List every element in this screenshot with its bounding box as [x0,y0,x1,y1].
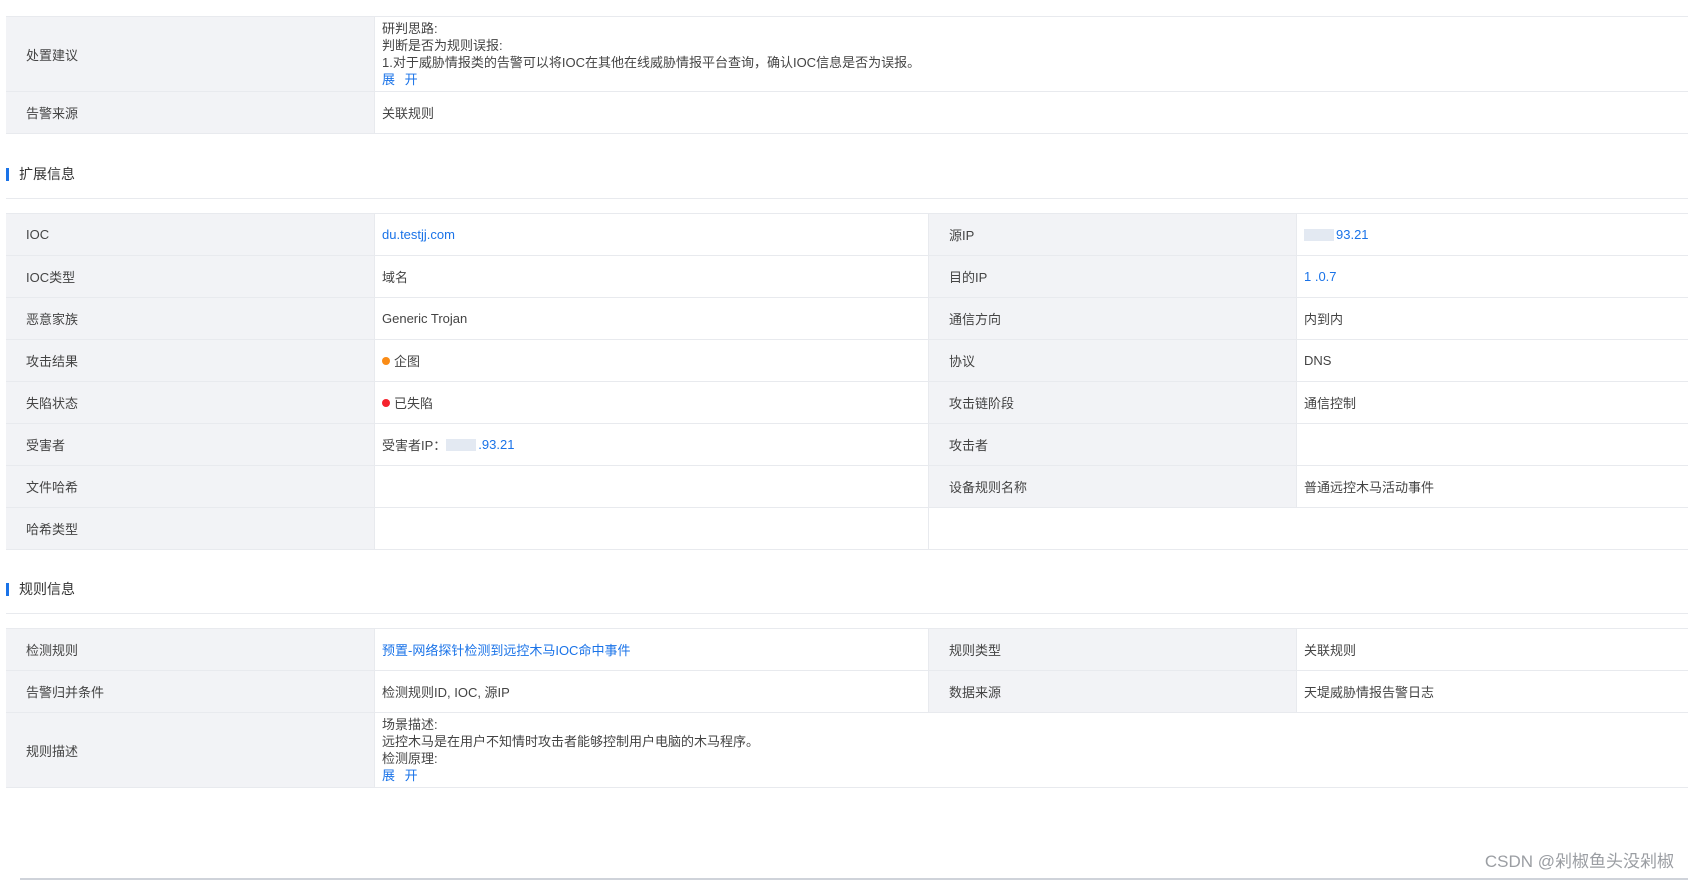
rule-type-value: 关联规则 [1296,629,1688,670]
advice-value: 研判思路: 判断是否为规则误报: 1.对于威胁情报类的告警可以将IOC在其他在线… [374,17,1688,91]
rule-section-header: 规则信息 [6,565,1688,614]
direction-value: 内到内 [1296,298,1688,339]
advice-label: 处置建议 [6,17,374,91]
victim-label: 受害者 [6,424,374,465]
rule-desc-line: 场景描述: [382,717,438,732]
watermark: CSDN @剁椒鱼头没剁椒 [1484,852,1674,871]
redacted-mask [446,438,477,451]
rule-desc-line: 远控木马是在用户不知情时攻击者能够控制用户电脑的木马程序。 [382,734,760,749]
file-hash-value [374,466,928,507]
status-dot-icon [382,356,390,365]
table-row: 检测规则 预置-网络探针检测到远控木马IOC命中事件 规则类型 关联规则 [6,629,1688,671]
expand-rule-desc-link[interactable]: 展 开 [382,767,421,784]
section-accent-bar [6,167,9,181]
ext-table: IOC du.testjj.com 源IP 93.21 IOC类型 域名 目的I… [6,213,1688,550]
table-row: 受害者 受害者IP： .93.21 攻击者 [6,424,1688,466]
attack-result-label: 攻击结果 [6,340,374,381]
source-value: 关联规则 [374,92,1688,133]
src-ip-value: 93.21 [1296,214,1688,255]
data-source-label: 数据来源 [928,671,1296,712]
dst-ip-label: 目的IP [928,256,1296,297]
ioc-link[interactable]: du.testjj.com [374,214,928,255]
status-dot-icon [382,398,390,407]
victim-value: 受害者IP： .93.21 [374,424,928,465]
dst-ip-link[interactable]: 1 .0.7 [1304,269,1337,284]
advice-line: 1.对于威胁情报类的告警可以将IOC在其他在线威胁情报平台查询，确认IOC信息是… [382,55,921,70]
rule-desc-value: 场景描述: 远控木马是在用户不知情时攻击者能够控制用户电脑的木马程序。 检测原理… [374,713,1688,787]
src-ip-label: 源IP [928,214,1296,255]
advice-line: 研判思路: [382,21,438,36]
empty-cell [928,508,1688,549]
table-row: 规则描述 场景描述: 远控木马是在用户不知情时攻击者能够控制用户电脑的木马程序。… [6,713,1688,788]
file-hash-label: 文件哈希 [6,466,374,507]
expand-advice-link[interactable]: 展 开 [382,71,421,88]
ioc-type-value: 域名 [374,256,928,297]
ioc-type-label: IOC类型 [6,256,374,297]
protocol-label: 协议 [928,340,1296,381]
dst-ip-value: 1 .0.7 [1296,256,1688,297]
table-row: 攻击结果 企图 协议 DNS [6,340,1688,382]
compromise-text: 已失陷 [394,396,434,411]
attack-result-text: 企图 [394,354,421,369]
device-rule-label: 设备规则名称 [928,466,1296,507]
malware-family-label: 恶意家族 [6,298,374,339]
summary-table: 处置建议 研判思路: 判断是否为规则误报: 1.对于威胁情报类的告警可以将IOC… [6,16,1688,134]
victim-prefix: 受害者IP： [382,438,447,453]
table-row: 恶意家族 Generic Trojan 通信方向 内到内 [6,298,1688,340]
table-row: 处置建议 研判思路: 判断是否为规则误报: 1.对于威胁情报类的告警可以将IOC… [6,17,1688,92]
detect-rule-link[interactable]: 预置-网络探针检测到远控木马IOC命中事件 [374,629,928,670]
merge-condition-value: 检测规则ID, IOC, 源IP [374,671,928,712]
top-divider [6,0,1688,17]
compromise-label: 失陷状态 [6,382,374,423]
hash-type-label: 哈希类型 [6,508,374,549]
attacker-value [1296,424,1688,465]
detect-rule-label: 检测规则 [6,629,374,670]
merge-condition-label: 告警归并条件 [6,671,374,712]
table-row: IOC类型 域名 目的IP 1 .0.7 [6,256,1688,298]
device-rule-value: 普通远控木马活动事件 [1296,466,1688,507]
victim-ip-link[interactable]: .93.21 [478,437,514,452]
table-row: 文件哈希 设备规则名称 普通远控木马活动事件 [6,466,1688,508]
compromise-value: 已失陷 [374,382,928,423]
attack-result-value: 企图 [374,340,928,381]
ioc-label: IOC [6,214,374,255]
data-source-value: 天堤威胁情报告警日志 [1296,671,1688,712]
ext-section-title: 扩展信息 [19,166,75,182]
rule-desc-line: 检测原理: [382,751,438,766]
hash-type-value [374,508,928,549]
redacted-mask [1304,228,1334,241]
malware-family-value: Generic Trojan [374,298,928,339]
src-ip-link[interactable]: 93.21 [1336,227,1369,242]
ext-section-header: 扩展信息 [6,150,1688,199]
table-row: IOC du.testjj.com 源IP 93.21 [6,214,1688,256]
kill-chain-value: 通信控制 [1296,382,1688,423]
rule-table: 检测规则 预置-网络探针检测到远控木马IOC命中事件 规则类型 关联规则 告警归… [6,628,1688,788]
rule-section-title: 规则信息 [19,581,75,597]
rule-desc-label: 规则描述 [6,713,374,787]
source-label: 告警来源 [6,92,374,133]
attacker-label: 攻击者 [928,424,1296,465]
table-row: 告警归并条件 检测规则ID, IOC, 源IP 数据来源 天堤威胁情报告警日志 [6,671,1688,713]
section-accent-bar [6,582,9,596]
table-row: 哈希类型 [6,508,1688,550]
advice-line: 判断是否为规则误报: [382,38,503,53]
table-row: 失陷状态 已失陷 攻击链阶段 通信控制 [6,382,1688,424]
protocol-value: DNS [1296,340,1688,381]
table-row: 告警来源 关联规则 [6,92,1688,134]
kill-chain-label: 攻击链阶段 [928,382,1296,423]
rule-type-label: 规则类型 [928,629,1296,670]
direction-label: 通信方向 [928,298,1296,339]
